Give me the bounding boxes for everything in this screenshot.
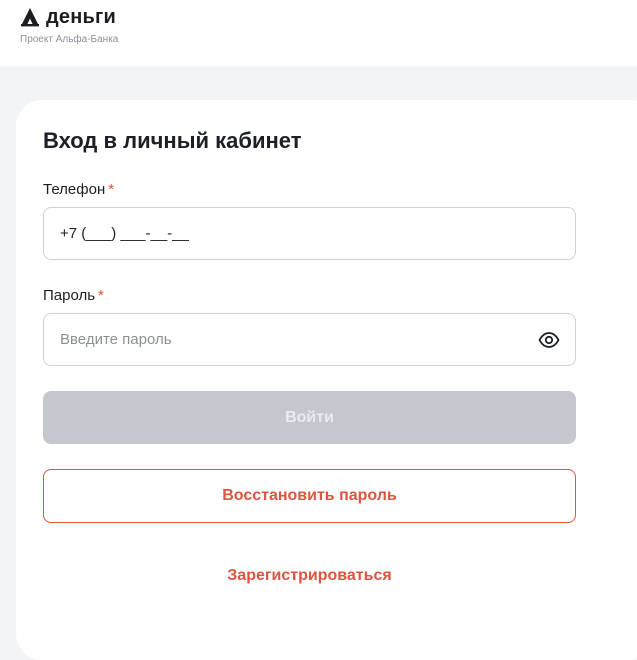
phone-input[interactable]: +7 (___) ___-__-__ [60,224,189,243]
brand-name: деньги [46,6,117,28]
password-label: Пароль * [43,287,104,305]
brand-subtitle: Проект Альфа-Банка [20,34,119,45]
login-button[interactable]: Войти [43,391,576,444]
password-input[interactable]: Введите пароль [60,330,172,349]
phone-label: Телефон * [43,181,114,199]
page-title: Вход в личный кабинет [43,128,302,153]
password-field[interactable]: Введите пароль [43,313,576,366]
alfa-logo-icon [21,8,39,27]
register-link[interactable]: Зарегистрироваться [43,566,576,586]
brand-logo[interactable]: деньги [20,7,116,27]
eye-icon[interactable] [538,330,560,350]
required-mark: * [98,287,104,304]
phone-label-text: Телефон [43,181,106,198]
password-label-text: Пароль [43,287,96,304]
restore-password-button[interactable]: Восстановить пароль [43,469,576,523]
phone-field[interactable]: +7 (___) ___-__-__ [43,207,576,260]
required-mark: * [108,181,115,198]
header: деньги Проект Альфа-Банка [0,0,637,66]
